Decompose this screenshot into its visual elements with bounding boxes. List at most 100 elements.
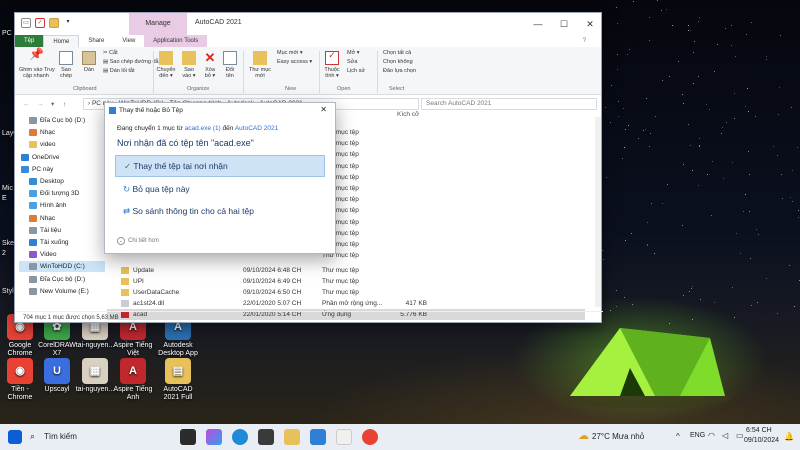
sidebar-item[interactable]: Nhạc: [29, 127, 55, 138]
dialog-close-button[interactable]: ✕: [320, 105, 327, 114]
weather-text[interactable]: 27°C Mưa nhỏ: [592, 432, 644, 441]
sidebar-item[interactable]: WinToHDD (C:): [19, 261, 105, 273]
tray-overflow-icon[interactable]: ^: [676, 432, 680, 441]
pin-button[interactable]: 📌 Ghim vào Truy cập nhanh: [19, 48, 55, 79]
delete-button[interactable]: ✕ Xóa bỏ ▾: [201, 51, 219, 80]
copy-button[interactable]: Sao chép: [55, 51, 77, 79]
task-view-icon[interactable]: [180, 429, 196, 445]
easy-access-button[interactable]: Easy access ▾: [277, 59, 312, 66]
star: [671, 25, 673, 27]
mail-icon[interactable]: [310, 429, 326, 445]
desktop-icon-label[interactable]: 2: [2, 250, 6, 257]
table-row[interactable]: ac1st24.dll 22/01/2020 5:07 CH Phần mở rộn…: [107, 298, 585, 309]
skip-option[interactable]: ↻ Bỏ qua tệp này: [115, 179, 325, 199]
edit-button[interactable]: Sửa: [347, 59, 357, 66]
clock-date[interactable]: 09/10/2024: [744, 437, 779, 444]
taskbar-search[interactable]: Tìm kiếm: [44, 432, 77, 441]
sidebar-item-icon: [29, 226, 37, 234]
table-row[interactable]: UserDataCache 09/10/2024 6:50 CH Thư mục t…: [107, 287, 585, 298]
sidebar-item[interactable]: Đĩa Cục bộ (D:): [29, 274, 85, 285]
tab-share[interactable]: Share: [79, 35, 113, 47]
sidebar-item[interactable]: Đĩa Cục bộ (D:): [29, 115, 85, 126]
notification-icon[interactable]: 🔔: [784, 432, 794, 441]
move-to-button[interactable]: Chuyển đến ▾: [155, 51, 177, 79]
tab-view[interactable]: View: [113, 35, 144, 47]
sidebar-item[interactable]: Tài liệu: [29, 225, 61, 236]
sidebar-item[interactable]: Nhạc: [29, 213, 55, 224]
copy-to-button[interactable]: Sao vào ▾: [179, 51, 199, 79]
file-explorer-icon[interactable]: [284, 429, 300, 445]
search-input[interactable]: Search AutoCAD 2021: [421, 98, 597, 110]
edge-icon[interactable]: [232, 429, 248, 445]
forward-icon[interactable]: →: [37, 101, 44, 108]
size-column-header[interactable]: Kích cỡ: [397, 111, 419, 118]
tab-application-tools[interactable]: Application Tools: [144, 35, 208, 47]
store-icon[interactable]: [258, 429, 274, 445]
select-none-button[interactable]: Chọn không: [383, 59, 413, 66]
sidebar-item[interactable]: Đối tượng 3D: [29, 188, 79, 199]
manage-tab[interactable]: Manage: [129, 13, 187, 35]
sidebar-item[interactable]: OneDrive: [21, 152, 59, 163]
close-button[interactable]: ✕: [577, 13, 603, 35]
scrollbar[interactable]: [595, 117, 601, 307]
chevron-down-icon: ⌄: [117, 237, 125, 245]
sidebar-item[interactable]: New Volume (E:): [29, 286, 89, 297]
file-icon: [121, 289, 129, 296]
recent-dropdown-icon[interactable]: ▾: [51, 100, 54, 108]
replace-option[interactable]: ✓ Thay thế tệp tại nơi nhận: [115, 155, 325, 177]
new-item-button[interactable]: Mục mới ▾: [277, 50, 303, 57]
minimize-button[interactable]: —: [525, 13, 551, 35]
sidebar-item[interactable]: Video: [29, 249, 57, 260]
wifi-icon[interactable]: ◠: [708, 431, 715, 440]
more-details-button[interactable]: ⌄ Chi tiết hơn: [117, 237, 159, 245]
tab-home[interactable]: Home: [43, 35, 80, 47]
sidebar-item[interactable]: Tải xuống: [29, 237, 69, 248]
invert-selection-button[interactable]: Đảo lựa chọn: [383, 68, 416, 75]
desktop-icon-label[interactable]: PC: [2, 30, 12, 37]
star: [617, 69, 619, 71]
app-icon: A: [120, 358, 146, 384]
history-button[interactable]: Lịch sử: [347, 68, 365, 75]
copilot-icon[interactable]: [206, 429, 222, 445]
quick-access-icon[interactable]: ▭: [21, 18, 31, 28]
paint-icon[interactable]: [336, 429, 352, 445]
star: [747, 88, 749, 90]
source-link[interactable]: acad.exe (1): [185, 125, 221, 132]
weather-icon[interactable]: ☁: [578, 429, 589, 442]
table-row[interactable]: UPI 09/10/2024 6:49 CH Thư mục tệp: [107, 276, 585, 287]
new-folder-button[interactable]: Thư mục mới: [247, 51, 273, 79]
properties-button[interactable]: ✓ Thuộc tính ▾: [321, 51, 343, 80]
sidebar-item[interactable]: Desktop: [29, 176, 64, 187]
chrome-icon[interactable]: [362, 429, 378, 445]
windows-start-icon[interactable]: [8, 430, 22, 444]
paste-shortcut-button[interactable]: ▤ Dán lối tắt: [103, 68, 135, 75]
select-all-button[interactable]: Chọn tất cả: [383, 50, 411, 57]
rename-button[interactable]: Đổi tên: [221, 51, 239, 79]
table-row[interactable]: Update 09/10/2024 6:48 CH Thư mục tệp: [107, 265, 585, 276]
desktop-icon-label[interactable]: Mic: [2, 185, 13, 192]
desktop-icon-label[interactable]: E: [2, 195, 7, 202]
sidebar-item[interactable]: video: [29, 139, 56, 150]
desktop-icon[interactable]: ▤ AutoCAD 2021 Full: [152, 358, 204, 402]
maximize-button[interactable]: ☐: [551, 13, 577, 35]
compare-option[interactable]: ⇄ So sánh thông tin cho cả hai tệp: [115, 201, 325, 221]
battery-icon[interactable]: ▭: [736, 431, 744, 440]
star: [622, 108, 624, 110]
back-icon[interactable]: ←: [23, 101, 30, 108]
search-icon[interactable]: ⌕: [30, 431, 35, 442]
tab-file[interactable]: Tệp: [15, 35, 44, 47]
destination-link[interactable]: AutoCAD 2021: [235, 125, 278, 132]
undo-icon[interactable]: ✓: [35, 18, 45, 28]
cut-button[interactable]: ✂ Cắt: [103, 50, 118, 57]
paste-button[interactable]: Dán: [79, 51, 99, 73]
sidebar-item[interactable]: PC này: [21, 164, 53, 175]
language-indicator[interactable]: ENG: [690, 432, 705, 439]
open-button[interactable]: Mở ▾: [347, 50, 359, 57]
sidebar-item[interactable]: Hình ảnh: [29, 200, 66, 211]
help-icon[interactable]: ?: [574, 35, 595, 47]
replace-skip-dialog[interactable]: Thay thế hoặc Bỏ Tệp ✕ Đang chuyển 1 mục…: [104, 102, 336, 254]
up-icon[interactable]: ↑: [63, 101, 66, 108]
clock-time[interactable]: 6:54 CH: [746, 427, 772, 434]
volume-icon[interactable]: ◁: [722, 431, 728, 440]
dropdown-icon[interactable]: ▾: [63, 18, 73, 28]
